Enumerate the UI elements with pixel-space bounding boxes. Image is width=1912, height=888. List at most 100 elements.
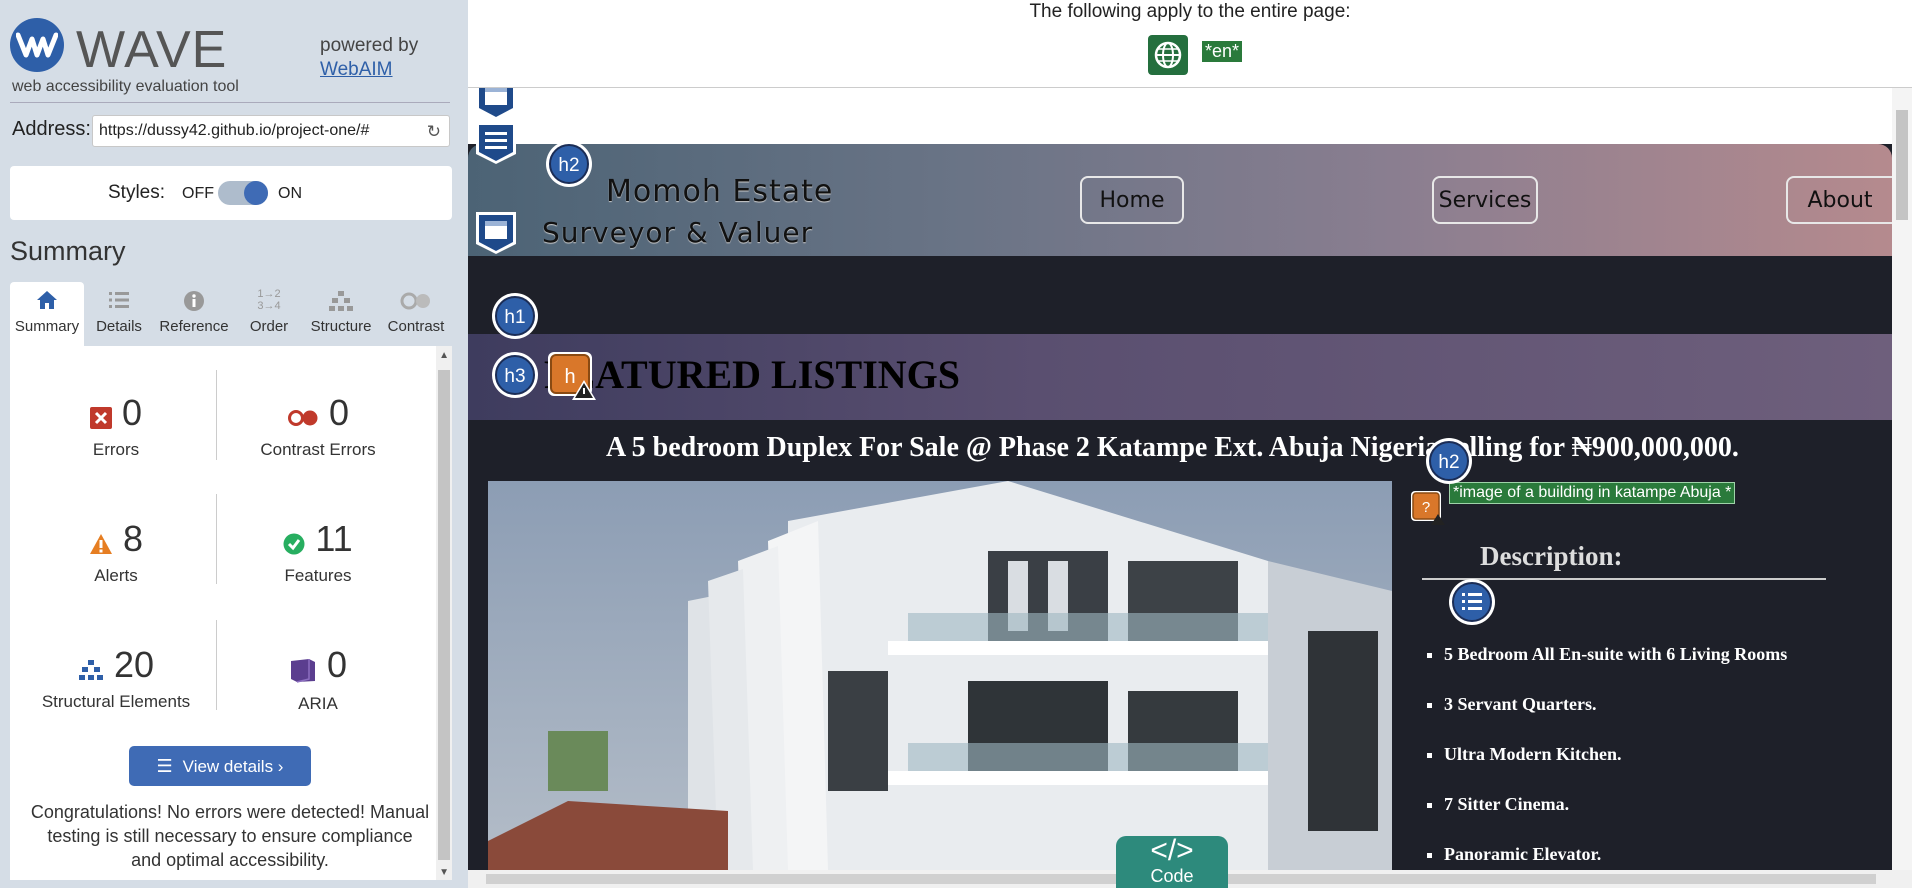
tab-structure[interactable]: Structure — [304, 282, 378, 346]
divider — [216, 620, 217, 710]
page-level-text: The following apply to the entire page: — [1029, 1, 1351, 22]
h3-badge-label: h3 — [495, 355, 535, 395]
summary-panel: 0 Errors 0 Contrast Errors 8 Alerts 11 F… — [10, 346, 452, 880]
structure-icon — [78, 659, 104, 686]
congrats-message: Congratulations! No errors were detected… — [30, 802, 430, 870]
panel-scroll-thumb[interactable] — [438, 370, 450, 860]
h1-badge-icon[interactable]: h1 — [492, 293, 538, 339]
list-icon — [86, 282, 152, 318]
stat-aria-value: 0 — [326, 644, 348, 685]
order-icon: 1→2 3→4 — [257, 288, 281, 312]
building-image — [488, 481, 1392, 870]
page-vertical-scrollbar[interactable] — [1892, 88, 1912, 870]
brand-tagline: Surveyor & Valuer — [542, 216, 814, 249]
suspicious-alt-alert-icon[interactable]: ? — [1410, 490, 1446, 526]
h1-badge-label: h1 — [495, 296, 535, 336]
main-landmark-icon[interactable] — [474, 210, 518, 256]
features-list: 5 Bedroom All En-suite with 6 Living Roo… — [1444, 644, 1787, 870]
svg-text:h: h — [564, 366, 575, 388]
reload-icon[interactable]: ↻ — [427, 122, 441, 142]
tab-summary-label: Summary — [14, 318, 80, 335]
panel-scrollbar[interactable]: ▲ ▼ — [436, 346, 452, 880]
list-item: 3 Servant Quarters. — [1444, 694, 1787, 744]
view-details-button[interactable]: ☰ View details › — [129, 746, 311, 786]
styles-on-label: ON — [278, 185, 302, 202]
h2-badge-icon[interactable]: h2 — [546, 141, 592, 187]
listing-heading: A 5 bedroom Duplex For Sale @ Phase 2 Ka… — [606, 432, 1739, 463]
info-icon — [154, 282, 234, 318]
alert-icon — [89, 533, 113, 560]
stat-structural-label: Structural Elements — [41, 692, 191, 712]
divider — [216, 370, 217, 460]
region-landmark-icon[interactable] — [474, 88, 518, 122]
skipped-heading-alert-icon[interactable]: h — [546, 350, 598, 402]
tab-details[interactable]: Details — [86, 282, 152, 346]
code-icon: </> — [1150, 834, 1194, 867]
divider — [10, 102, 450, 103]
wave-logo-subtitle: web accessibility evaluation tool — [12, 78, 239, 95]
tab-details-label: Details — [96, 318, 142, 335]
structure-icon — [304, 282, 378, 318]
description-heading: Description: — [1480, 541, 1623, 571]
navigation-landmark-icon[interactable] — [474, 120, 518, 166]
divider — [216, 494, 217, 584]
webaim-link[interactable]: WebAIM — [320, 59, 393, 80]
toggle-knob — [244, 181, 268, 205]
code-label: Code — [1150, 866, 1194, 886]
list-item: 5 Bedroom All En-suite with 6 Living Roo… — [1444, 644, 1787, 694]
globe-icon[interactable] — [1148, 35, 1188, 75]
scroll-up-icon[interactable]: ▲ — [439, 350, 449, 361]
stat-errors-value: 0 — [121, 392, 143, 433]
language-tag: *en* — [1202, 41, 1243, 62]
list-item: 7 Sitter Cinema. — [1444, 794, 1787, 844]
list-icon: ☰ — [156, 756, 173, 776]
panel-tabs: Summary Details Reference 1→2 3→4 Order S… — [10, 282, 452, 346]
wave-logo-text: WAVE — [76, 21, 228, 79]
contrast-error-icon — [287, 409, 319, 432]
page-top-white — [468, 88, 1892, 144]
tab-summary[interactable]: Summary — [10, 282, 84, 346]
nav-services[interactable]: Services — [1432, 176, 1538, 224]
tab-order[interactable]: 1→2 3→4 Order — [236, 282, 302, 346]
nav-home[interactable]: Home — [1080, 176, 1184, 224]
page-scroll-thumb[interactable] — [1896, 110, 1908, 220]
code-toggle-button[interactable]: </> Code — [1116, 836, 1228, 888]
h2-badge-label: h2 — [1429, 441, 1469, 481]
stat-alerts-label: Alerts — [94, 566, 138, 586]
brand-name: Momoh Estate — [606, 174, 834, 209]
evaluated-page: Momoh Estate Surveyor & Valuer Home Serv… — [468, 88, 1892, 870]
styles-off-label: OFF — [182, 185, 214, 202]
unordered-list-icon[interactable] — [1448, 578, 1496, 626]
h3-badge-icon[interactable]: h3 — [492, 352, 538, 398]
h2-badge-label: h2 — [549, 144, 589, 184]
address-input[interactable]: https://dussy42.github.io/project-one/# … — [92, 115, 450, 147]
styles-label: Styles: — [108, 182, 166, 203]
stat-errors[interactable]: 0 Errors — [16, 392, 216, 502]
stat-contrast-errors-value: 0 — [328, 392, 350, 433]
wave-logo-icon — [10, 18, 64, 72]
stat-features[interactable]: 11 Features — [218, 518, 418, 628]
stat-aria-label: ARIA — [298, 694, 338, 714]
tab-reference[interactable]: Reference — [154, 282, 234, 346]
stat-alerts-value: 8 — [122, 518, 144, 559]
featured-heading: FEATURED LISTINGS — [544, 352, 961, 397]
stat-features-label: Features — [284, 566, 352, 586]
view-details-label: View details › — [182, 757, 284, 776]
stat-features-value: 11 — [315, 518, 353, 559]
stat-structural-elements[interactable]: 20 Structural Elements — [16, 644, 216, 754]
stat-aria[interactable]: 0 ARIA — [218, 644, 418, 754]
contrast-icon — [380, 282, 452, 318]
nav-about[interactable]: About — [1786, 176, 1892, 224]
tab-reference-label: Reference — [159, 318, 229, 335]
stat-alerts[interactable]: 8 Alerts — [16, 518, 216, 628]
summary-heading: Summary — [10, 236, 126, 266]
scroll-down-icon[interactable]: ▼ — [439, 867, 449, 878]
tab-order-label: Order — [249, 318, 289, 335]
stat-contrast-errors[interactable]: 0 Contrast Errors — [218, 392, 418, 502]
page-level-bar: The following apply to the entire page: … — [468, 0, 1912, 88]
powered-by: powered by WebAIM — [320, 34, 418, 82]
feature-check-icon — [283, 533, 305, 560]
h2-badge-icon[interactable]: h2 — [1426, 438, 1472, 484]
tab-contrast[interactable]: Contrast — [380, 282, 452, 346]
styles-toggle[interactable] — [218, 181, 268, 205]
